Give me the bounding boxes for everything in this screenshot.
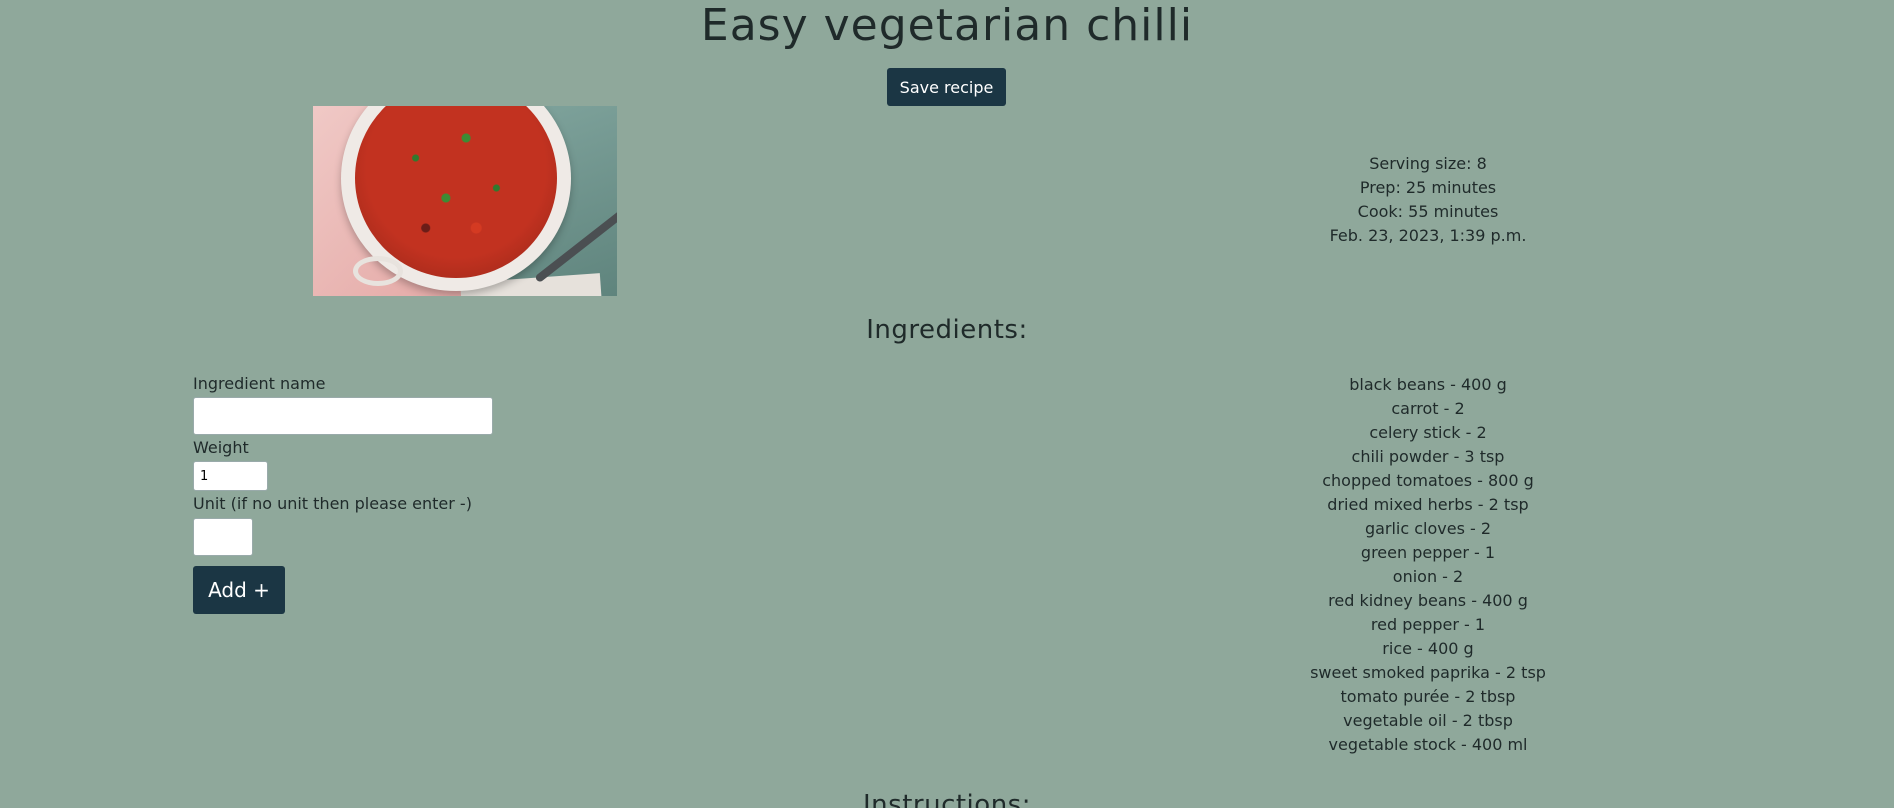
ingredient-item: celery stick - 2 — [1369, 423, 1487, 442]
ingredient-name-label: Ingredient name — [193, 374, 326, 393]
ingredient-item: dried mixed herbs - 2 tsp — [1327, 495, 1529, 514]
weight-input[interactable] — [193, 461, 268, 491]
recipe-photo — [313, 106, 617, 296]
add-ingredient-form: Ingredient name Weight Unit (if no unit … — [193, 373, 493, 614]
prep-time: Prep: 25 minutes — [1359, 178, 1497, 197]
ingredient-item: rice - 400 g — [1382, 639, 1474, 658]
ingredient-list: black beans - 400 g carrot - 2 celery st… — [1228, 373, 1628, 757]
weight-label: Weight — [193, 438, 249, 457]
ingredients-heading: Ingredients: — [866, 315, 1028, 345]
ingredient-item: green pepper - 1 — [1360, 543, 1496, 562]
ingredient-item: black beans - 400 g — [1349, 375, 1507, 394]
photo-pot-handle — [353, 256, 403, 286]
recipe-page: Easy vegetarian chilli Save recipe Servi… — [0, 0, 1894, 808]
ingredient-item: vegetable oil - 2 tbsp — [1343, 711, 1513, 730]
ingredient-item: tomato purée - 2 tbsp — [1340, 687, 1516, 706]
ingredient-item: red kidney beans - 400 g — [1328, 591, 1528, 610]
recipe-date: Feb. 23, 2023, 1:39 p.m. — [1329, 226, 1527, 245]
recipe-title: Easy vegetarian chilli — [700, 0, 1194, 51]
ingredient-name-input[interactable] — [193, 397, 493, 435]
ingredient-item: carrot - 2 — [1391, 399, 1465, 418]
ingredient-item: chili powder - 3 tsp — [1351, 447, 1505, 466]
save-recipe-button[interactable]: Save recipe — [887, 68, 1006, 106]
ingredient-item: chopped tomatoes - 800 g — [1322, 471, 1534, 490]
cook-time: Cook: 55 minutes — [1357, 202, 1499, 221]
ingredient-item: sweet smoked paprika - 2 tsp — [1310, 663, 1546, 682]
ingredient-item: vegetable stock - 400 ml — [1328, 735, 1528, 754]
ingredient-item: onion - 2 — [1392, 567, 1464, 586]
recipe-meta: Serving size: 8 Prep: 25 minutes Cook: 5… — [1228, 152, 1628, 248]
unit-label: Unit (if no unit then please enter -) — [193, 494, 472, 513]
ingredient-item: garlic cloves - 2 — [1364, 519, 1492, 538]
ingredient-item: red pepper - 1 — [1370, 615, 1486, 634]
unit-input[interactable] — [193, 518, 253, 556]
serving-size: Serving size: 8 — [1369, 154, 1487, 173]
add-ingredient-button[interactable]: Add + — [193, 566, 285, 614]
instructions-heading: Instructions: — [863, 790, 1031, 808]
